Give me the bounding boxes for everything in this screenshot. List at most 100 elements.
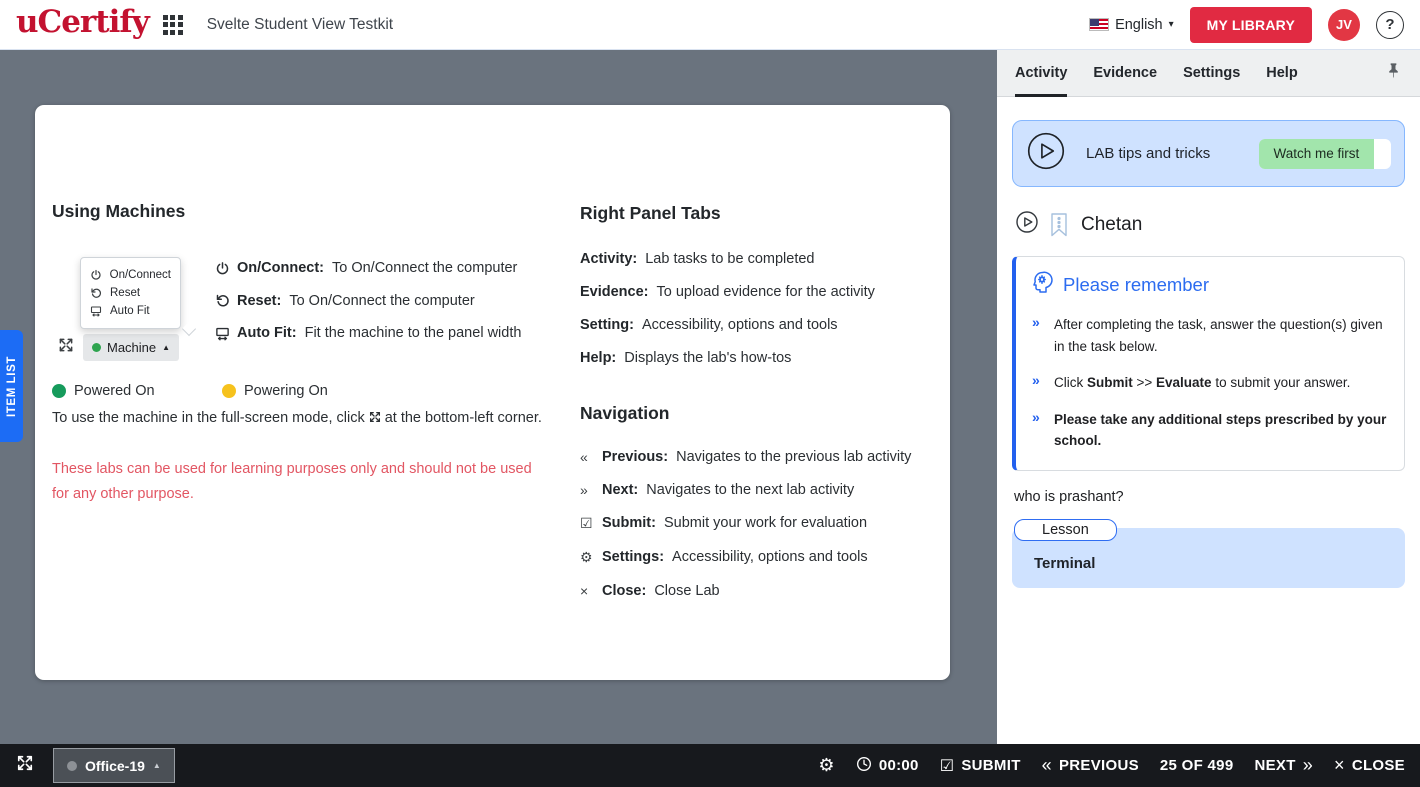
bottom-toolbar: Office-19 ▲ ⚙ 00:00 ☑ SUBMIT « PREVIOUS … [0, 744, 1420, 787]
answer-section: Lesson Terminal [1012, 519, 1405, 588]
popup-tail [182, 322, 196, 336]
close-icon: × [580, 583, 602, 599]
info-row: Help: Displays the lab's how-tos [580, 350, 875, 366]
usage-warning-text: These labs can be used for learning purp… [52, 457, 542, 507]
chevron-double-right-icon: » [1030, 409, 1054, 452]
using-machines-heading: Using Machines [52, 201, 185, 222]
gear-icon: ⚙ [580, 549, 602, 566]
answer-text: Terminal [1034, 555, 1383, 572]
help-icon[interactable]: ? [1376, 11, 1404, 39]
power-icon [215, 261, 237, 276]
machine-name-label: Office-19 [85, 758, 145, 774]
tab-activity[interactable]: Activity [1015, 50, 1067, 96]
navigation-heading: Navigation [580, 403, 669, 424]
legend-row: Reset: To On/Connect the computer [215, 293, 521, 309]
fullscreen-icon [368, 407, 382, 433]
my-library-button[interactable]: MY LIBRARY [1190, 7, 1312, 43]
autofit-icon [90, 305, 103, 318]
ucertify-logo: uCertify [16, 7, 149, 38]
machine-selector-button[interactable]: Office-19 ▲ [53, 748, 175, 783]
remember-item: » Please take any additional steps presc… [1030, 409, 1390, 452]
machine-menu-popup: On/Connect Reset Auto Fit [80, 257, 181, 329]
please-remember-card: Please remember » After completing the t… [1012, 256, 1405, 471]
lesson-tab[interactable]: Lesson [1014, 519, 1117, 541]
close-button[interactable]: × CLOSE [1334, 755, 1405, 776]
timer-value: 00:00 [879, 757, 919, 774]
right-panel-tabs-heading: Right Panel Tabs [580, 203, 721, 224]
next-button[interactable]: NEXT » [1254, 755, 1313, 776]
fullscreen-icon[interactable] [57, 336, 75, 359]
top-header: uCertify Svelte Student View Testkit Eng… [0, 0, 1420, 50]
close-icon: × [1334, 755, 1345, 776]
right-panel-tabbar: Activity Evidence Settings Help [997, 50, 1420, 97]
power-status-legend: Powered On Powering On [52, 383, 392, 399]
tab-settings[interactable]: Settings [1183, 50, 1240, 96]
chevron-double-left-icon: « [1042, 755, 1052, 776]
activity-counter: 25 OF 499 [1160, 757, 1234, 774]
legend-row: Auto Fit: Fit the machine to the panel w… [215, 325, 521, 341]
remember-item: » After completing the task, answer the … [1030, 314, 1390, 357]
info-row: « Previous: Navigates to the previous la… [580, 449, 911, 465]
user-avatar[interactable]: JV [1328, 9, 1360, 41]
machine-button-label: Machine [107, 340, 156, 355]
tab-help[interactable]: Help [1266, 50, 1297, 96]
gear-icon: ⚙ [818, 755, 834, 776]
caret-down-icon: ▾ [1169, 19, 1174, 30]
reset-icon [90, 287, 103, 300]
task-question-text: who is prashant? [1012, 489, 1405, 505]
language-selector[interactable]: English ▾ [1089, 17, 1174, 33]
menu-item-label: Auto Fit [110, 305, 150, 317]
info-row: × Close: Close Lab [580, 583, 911, 599]
right-panel-tabs-list: Activity: Lab tasks to be completed Evid… [580, 251, 875, 366]
tab-evidence[interactable]: Evidence [1093, 50, 1157, 96]
machine-status-dot [67, 761, 77, 771]
caret-up-icon: ▲ [153, 761, 161, 770]
info-row: Activity: Lab tasks to be completed [580, 251, 875, 267]
us-flag-icon [1089, 18, 1109, 31]
bookmark-icon[interactable] [1051, 213, 1067, 237]
remember-item: » Click Submit >> Evaluate to submit you… [1030, 372, 1390, 394]
machine-dropdown-button[interactable]: Machine ▲ [83, 334, 179, 361]
fullscreen-note: To use the machine in the full-screen mo… [52, 405, 552, 433]
play-icon[interactable] [1026, 131, 1066, 176]
legend-row: On/Connect: To On/Connect the computer [215, 260, 521, 276]
machine-legend: On/Connect: To On/Connect the computer R… [215, 260, 521, 341]
reset-icon [215, 293, 237, 308]
activity-item-row: Chetan [1012, 210, 1405, 239]
info-row: ⚙ Settings: Accessibility, options and t… [580, 549, 911, 566]
please-remember-title: Please remember [1063, 274, 1209, 296]
autofit-icon [215, 326, 237, 341]
info-row: Evidence: To upload evidence for the act… [580, 284, 875, 300]
item-list-label: ITEM LIST [6, 356, 18, 417]
menu-item-label: On/Connect [110, 269, 171, 281]
menu-item-on-connect[interactable]: On/Connect [90, 266, 171, 284]
lab-timer: 00:00 [856, 756, 919, 776]
watch-me-first-badge[interactable]: Watch me first [1259, 139, 1391, 169]
right-panel: Activity Evidence Settings Help LAB tips… [997, 50, 1420, 744]
info-row: Setting: Accessibility, options and tool… [580, 317, 875, 333]
play-icon[interactable] [1015, 210, 1039, 239]
fullscreen-icon[interactable] [15, 753, 35, 778]
chevron-double-right-icon: » [1030, 314, 1054, 357]
item-list-tab[interactable]: ITEM LIST [0, 330, 23, 442]
menu-item-auto-fit[interactable]: Auto Fit [90, 302, 171, 320]
watch-me-first-label: Watch me first [1259, 139, 1374, 169]
apps-grid-icon[interactable] [163, 15, 183, 35]
menu-item-reset[interactable]: Reset [90, 284, 171, 302]
lab-tips-card: LAB tips and tricks Watch me first [1012, 120, 1405, 187]
language-label: English [1115, 17, 1163, 33]
pin-icon[interactable] [1385, 62, 1402, 84]
chevron-double-right-icon: » [1303, 755, 1313, 776]
status-powering-on: Powering On [222, 383, 392, 399]
power-icon [90, 269, 103, 282]
machine-status-dot [92, 343, 101, 352]
settings-button[interactable]: ⚙ [818, 755, 834, 776]
help-content-card: Using Machines On/Connect Reset Auto Fit [35, 105, 950, 680]
submit-button[interactable]: ☑ SUBMIT [940, 756, 1021, 776]
activity-tab-content: LAB tips and tricks Watch me first Cheta… [997, 97, 1420, 588]
submit-checkbox-icon: ☑ [940, 756, 955, 776]
previous-button[interactable]: « PREVIOUS [1042, 755, 1139, 776]
brain-icon [1030, 270, 1054, 299]
chevron-double-left-icon: « [580, 449, 602, 465]
course-title: Svelte Student View Testkit [207, 16, 393, 34]
